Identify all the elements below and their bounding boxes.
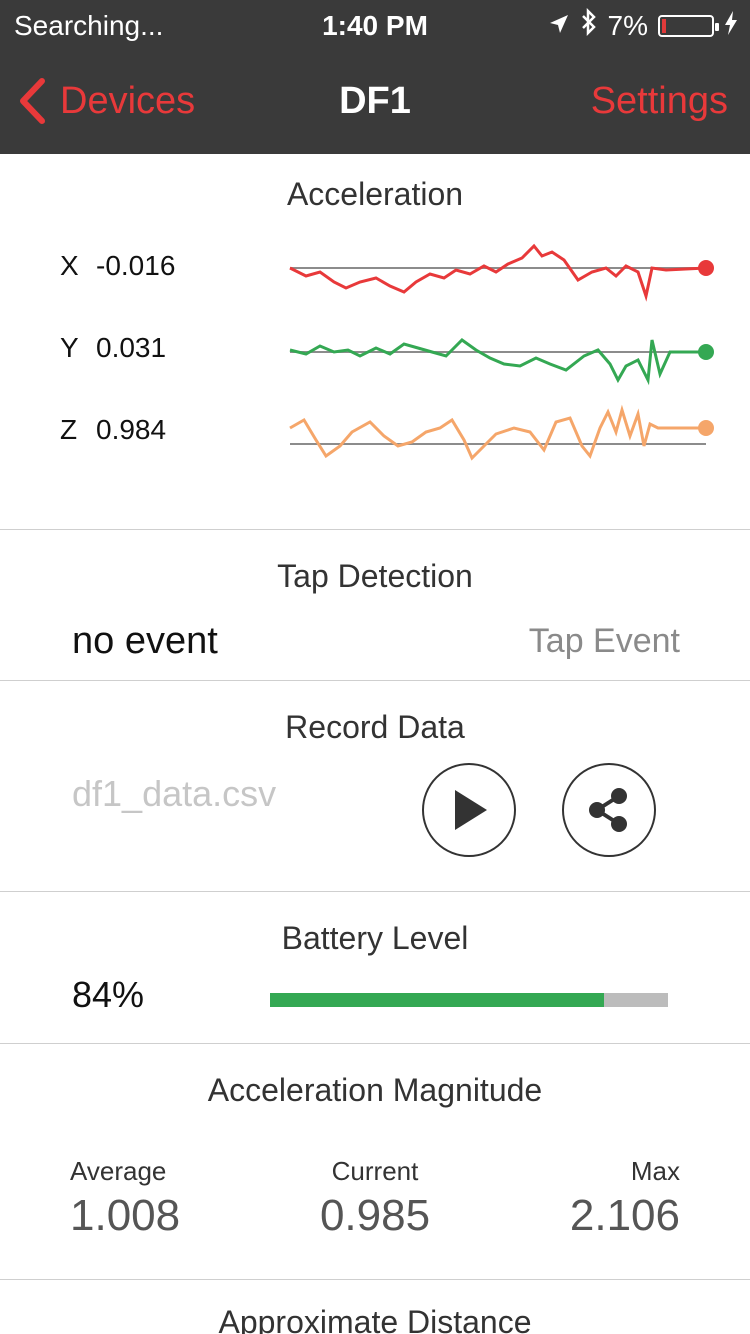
record-data-title: Record Data — [285, 709, 465, 745]
z-axis-value: 0.984 — [96, 414, 167, 445]
tap-status: no event — [72, 620, 218, 662]
location-arrow-icon — [548, 10, 570, 42]
approximate-distance-title: Approximate Distance — [218, 1304, 532, 1334]
z-axis-label: Z — [60, 414, 78, 445]
acceleration-magnitude-title: Acceleration Magnitude — [207, 1072, 543, 1108]
filename-field[interactable]: df1_data.csv — [72, 773, 276, 815]
approximate-distance-section: Approximate Distance — [0, 1280, 750, 1334]
average-value: 1.008 — [70, 1191, 181, 1240]
average-label: Average — [70, 1156, 167, 1186]
x-axis-sparkline — [289, 243, 714, 302]
tap-event-button[interactable]: Tap Event — [529, 622, 680, 661]
y-axis-value: 0.031 — [96, 332, 167, 363]
play-button[interactable] — [422, 763, 516, 857]
y-axis-label: Y — [60, 332, 79, 363]
acceleration-magnitude-section: Acceleration Magnitude Average 1.008 Cur… — [0, 1044, 750, 1280]
settings-button[interactable]: Settings — [591, 80, 728, 123]
battery-level-title: Battery Level — [281, 920, 469, 956]
current-value: 0.985 — [319, 1191, 431, 1240]
max-label: Max — [630, 1156, 680, 1186]
battery-progress-fill — [270, 993, 605, 1007]
current-stat: Current 0.985 — [275, 1156, 475, 1241]
y-axis-sparkline — [289, 338, 714, 386]
acceleration-section: Acceleration X -0.016 Y 0.031 Z 0.984 — [0, 154, 750, 530]
bluetooth-icon — [580, 7, 598, 43]
tap-detection-section: Tap Detection no event Tap Event — [0, 530, 750, 681]
record-data-section: Record Data df1_data.csv — [0, 681, 750, 892]
x-axis-label: X — [60, 250, 79, 281]
battery-level-section: Battery Level 84% — [0, 892, 750, 1044]
average-stat: Average 1.008 — [70, 1156, 180, 1241]
top-bar: Searching... 1:40 PM 7% Devices DF1 Sett… — [0, 0, 750, 154]
battery-percent-label: 84% — [72, 974, 145, 1015]
max-stat: Max 2.106 — [570, 1156, 680, 1241]
acceleration-title: Acceleration — [286, 176, 464, 212]
status-icons: 7% — [548, 7, 738, 43]
max-value: 2.106 — [569, 1191, 680, 1240]
tap-detection-title: Tap Detection — [277, 558, 473, 594]
current-label: Current — [331, 1156, 419, 1186]
share-button[interactable] — [562, 763, 656, 857]
x-axis-value: -0.016 — [96, 250, 176, 281]
z-axis-sparkline — [289, 404, 714, 461]
share-icon — [589, 788, 627, 832]
play-icon — [455, 790, 487, 830]
battery-percent: 7% — [607, 9, 648, 41]
battery-progress-bar — [270, 993, 668, 1007]
charging-bolt-icon — [724, 10, 738, 42]
battery-icon — [658, 14, 719, 37]
